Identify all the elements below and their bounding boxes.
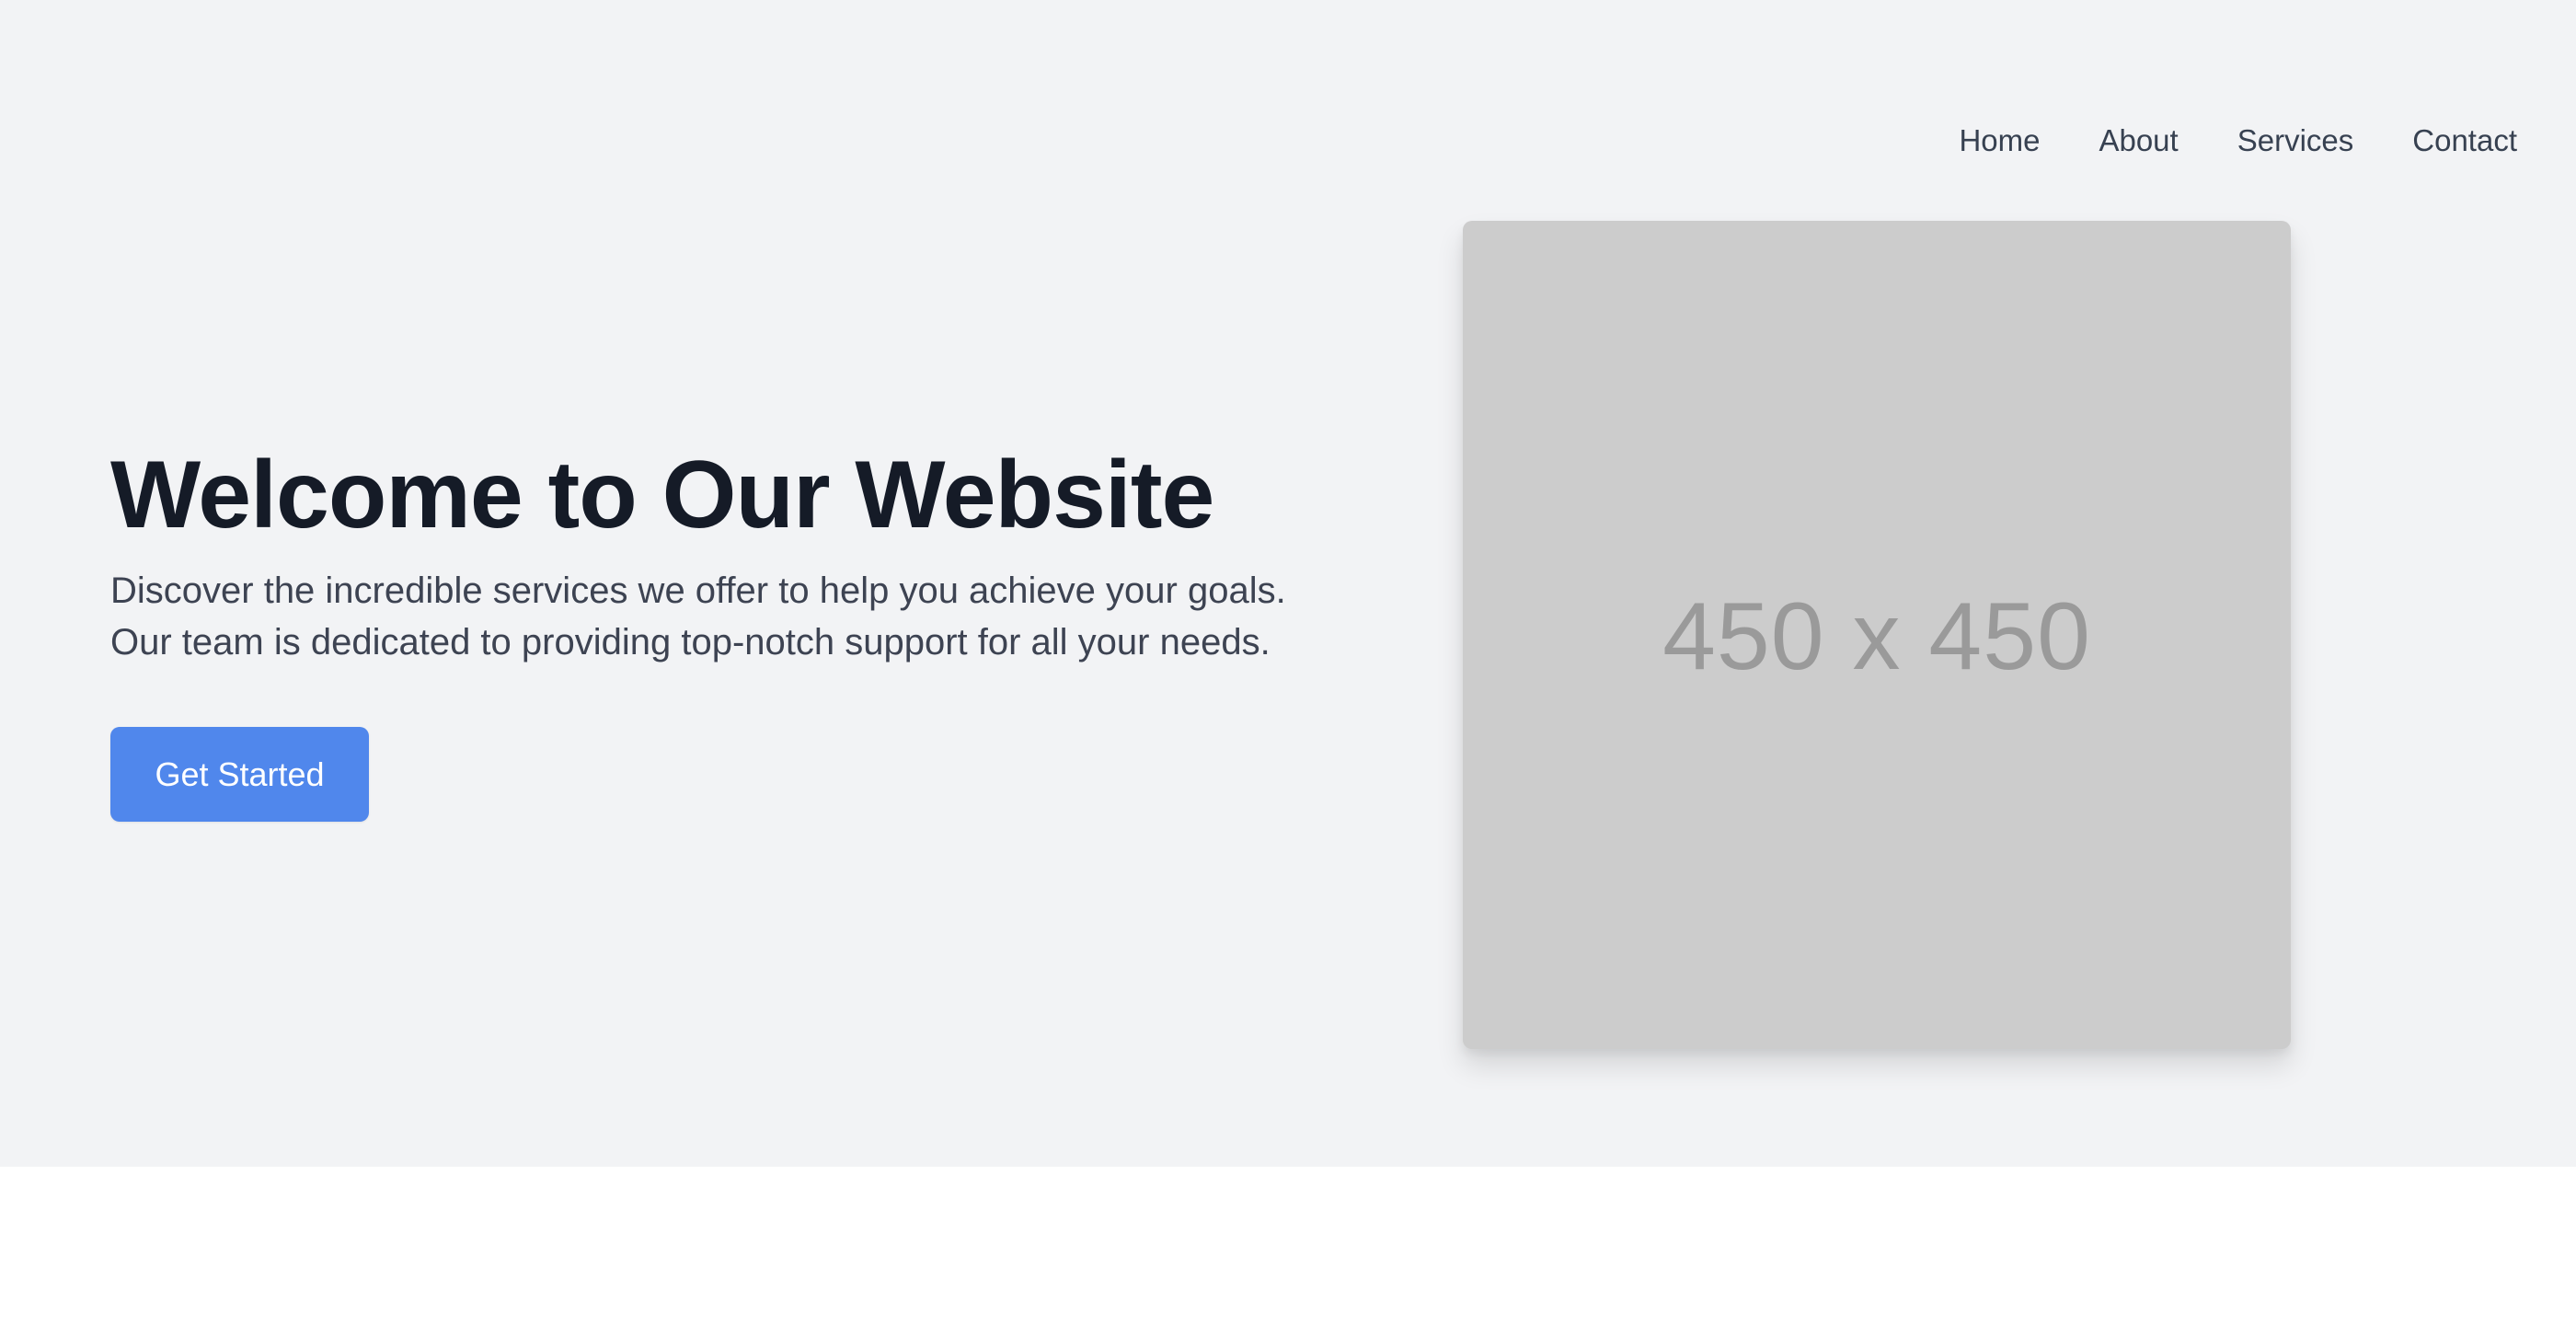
nav-item-contact: Contact (2412, 121, 2517, 161)
nav-link-contact[interactable]: Contact (2412, 123, 2517, 157)
hero-description: Discover the incredible services we offe… (110, 565, 1325, 668)
main-navigation: Home About Services Contact (1959, 121, 2517, 161)
nav-link-services[interactable]: Services (2237, 123, 2354, 157)
hero-description-line-2: Our team is dedicated to providing top-n… (110, 622, 1271, 662)
nav-item-home: Home (1959, 121, 2040, 161)
hero-image-placeholder: 450 x 450 (1463, 221, 2291, 1049)
image-placeholder-label: 450 x 450 (1662, 582, 2091, 690)
get-started-button[interactable]: Get Started (110, 727, 369, 822)
nav-item-about: About (2099, 121, 2178, 161)
nav-link-about[interactable]: About (2099, 123, 2178, 157)
hero-title: Welcome to Our Website (110, 442, 1214, 548)
nav-link-home[interactable]: Home (1959, 123, 2040, 157)
hero-section: Home About Services Contact Welcome to O… (0, 0, 2576, 1167)
hero-description-line-1: Discover the incredible services we offe… (110, 570, 1286, 611)
nav-item-services: Services (2237, 121, 2354, 161)
